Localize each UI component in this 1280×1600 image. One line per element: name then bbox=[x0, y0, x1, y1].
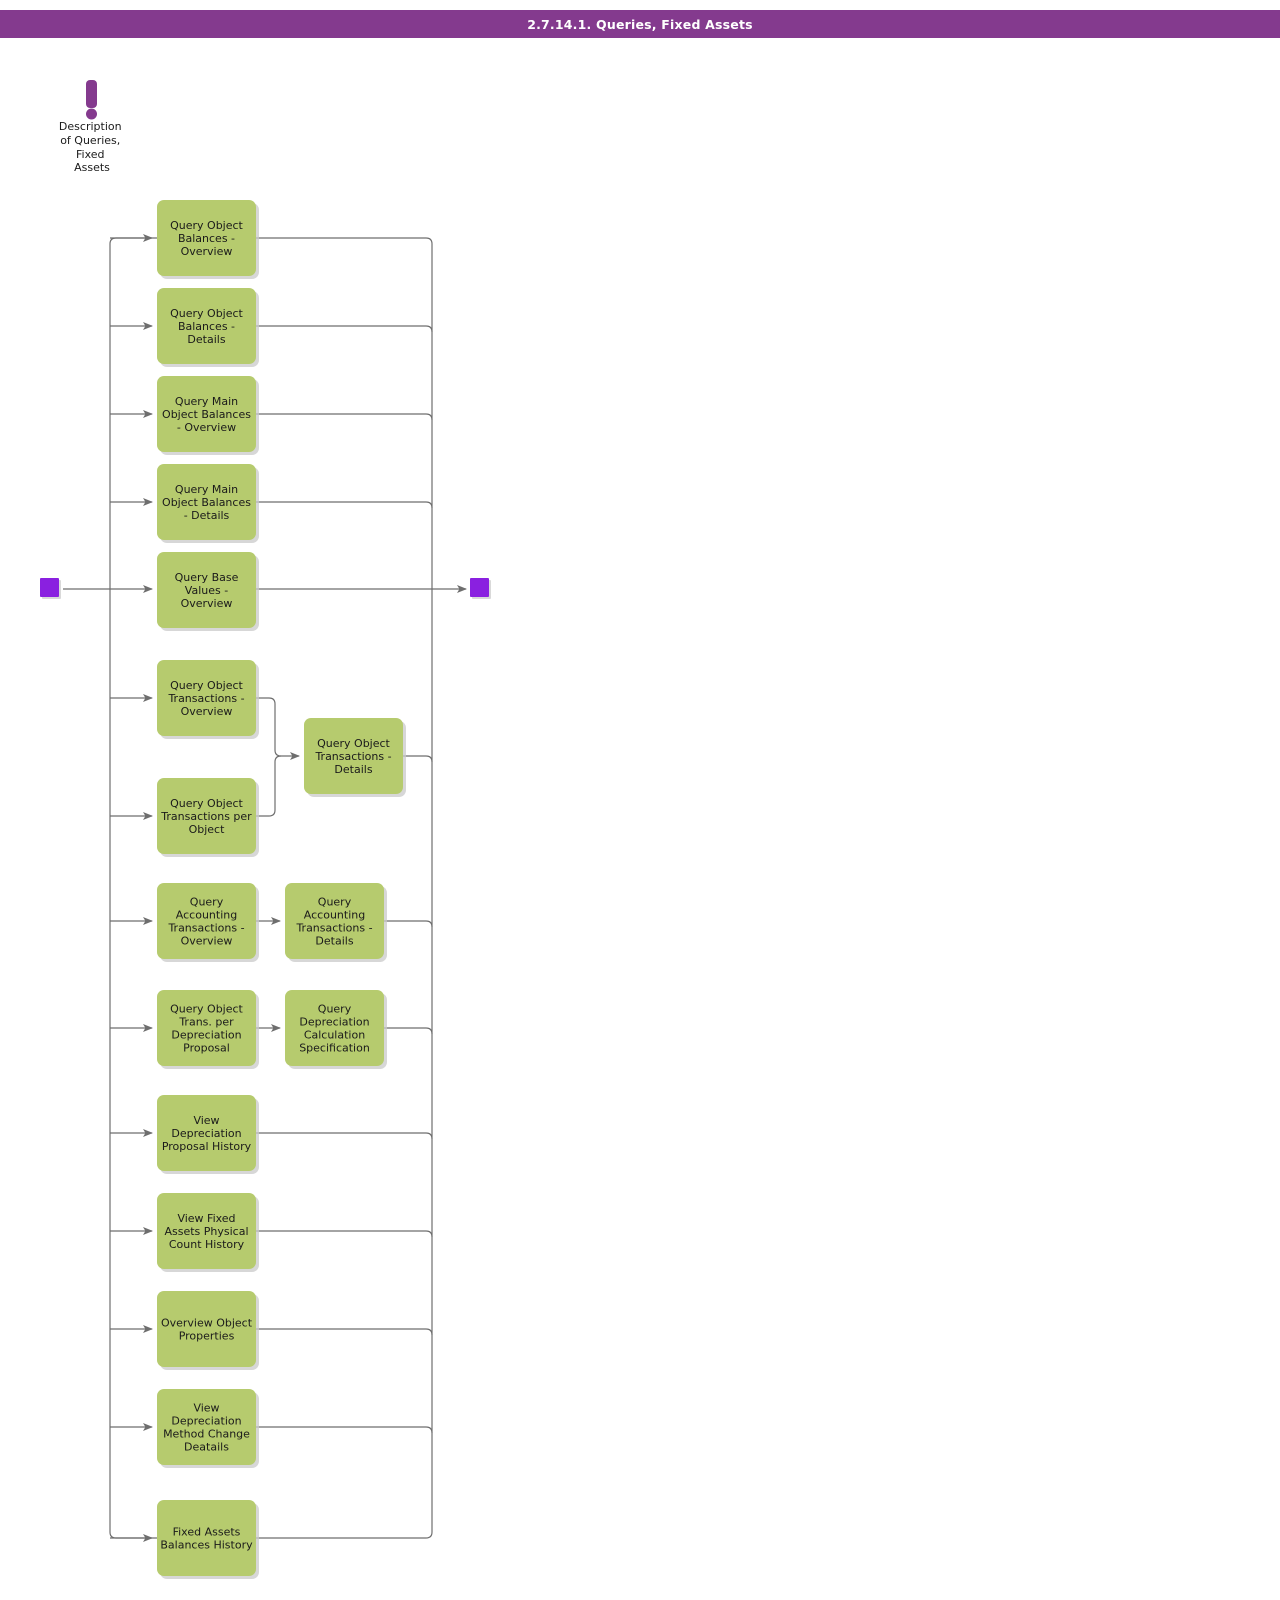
flow-node[interactable]: Query Object Trans. per Depreciation Propos… bbox=[157, 990, 259, 1069]
left-spine bbox=[109, 237, 157, 1539]
node-label: Fixed Assets Balances History bbox=[160, 1526, 253, 1552]
flow-node[interactable]: Overview Object Properties bbox=[157, 1291, 259, 1370]
flow-node[interactable]: View Fixed Assets Physical Count History bbox=[157, 1193, 259, 1272]
flow-node[interactable]: Query Main Object Balances - Overview bbox=[157, 376, 259, 455]
edge-n16-right bbox=[256, 1426, 433, 1434]
flow-node[interactable]: Query Depreciation Calculation Specificatio… bbox=[285, 990, 387, 1069]
edge-n4-right bbox=[256, 501, 433, 509]
flowchart-canvas: Description of Queries, Fixed Assets Que… bbox=[40, 80, 491, 1579]
flow-node[interactable]: Query Object Transactions per Object bbox=[157, 778, 259, 857]
flow-node[interactable]: Query Accounting Transactions -Overview bbox=[157, 883, 259, 962]
flow-node[interactable]: View Depreciation Proposal History bbox=[157, 1095, 259, 1174]
end-terminal[interactable] bbox=[470, 578, 491, 599]
edge-n15-right bbox=[256, 1328, 433, 1336]
flow-node[interactable]: Fixed Assets Balances History bbox=[157, 1500, 259, 1579]
edge-n6-merge bbox=[256, 697, 300, 760]
node-layer: Query Object Balances -Overview Query Obje… bbox=[157, 200, 406, 1579]
flow-node[interactable]: Query Accounting Transactions -Details bbox=[285, 883, 387, 962]
exclamation-mark-icon bbox=[86, 80, 97, 120]
edge-n2-right bbox=[256, 325, 433, 333]
edge-n12-right bbox=[384, 1027, 433, 1035]
flow-node[interactable]: Query Main Object Balances - Details bbox=[157, 464, 259, 543]
note-text: Description of Queries, Fixed Assets bbox=[59, 120, 125, 174]
edge-n7-merge bbox=[256, 755, 282, 817]
flow-node[interactable]: Query Object Transactions -Details bbox=[304, 718, 406, 797]
edge-n14-right bbox=[256, 1230, 433, 1238]
flow-node[interactable]: Query Object Balances -Overview bbox=[157, 200, 259, 279]
connectors bbox=[63, 234, 467, 1542]
flow-node[interactable]: Query Base Values -Overview bbox=[157, 552, 259, 631]
flow-node[interactable]: Query Object Transactions -Overview bbox=[157, 660, 259, 739]
edge-n10-right bbox=[384, 920, 433, 928]
diagram-page: 2.7.14.1. Queries, Fixed Assets Descript… bbox=[0, 0, 1280, 1600]
start-terminal[interactable] bbox=[40, 578, 61, 599]
flow-node[interactable]: View Depreciation Method Change Deatails bbox=[157, 1389, 259, 1468]
flow-node[interactable]: Query Object Balances -Details bbox=[157, 288, 259, 367]
edge-n8-right bbox=[403, 755, 433, 763]
edge-n13-right bbox=[256, 1132, 433, 1140]
edge-n3-right bbox=[256, 413, 433, 421]
description-note: Description of Queries, Fixed Assets bbox=[59, 80, 125, 174]
